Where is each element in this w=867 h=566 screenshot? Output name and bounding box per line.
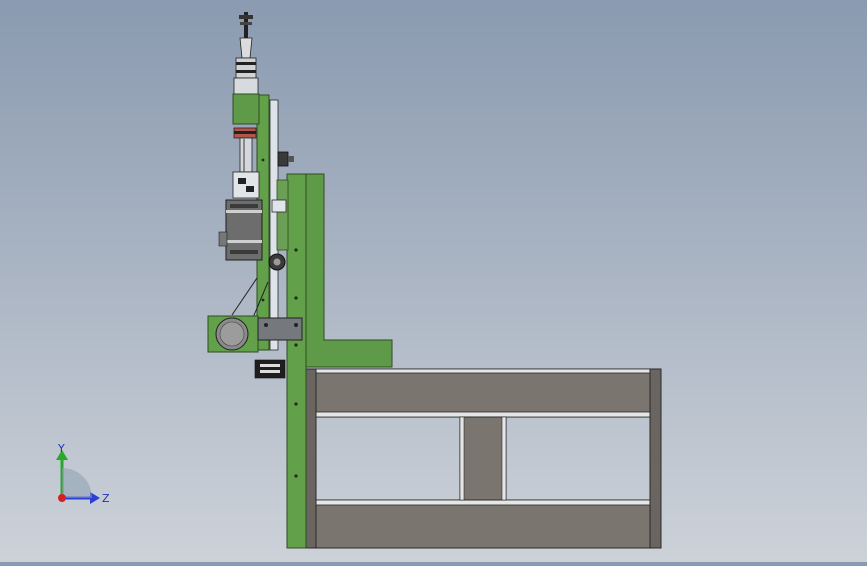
spindle-housing [232,93,260,125]
axis-triad: Y Z [56,442,110,505]
x-axis-indicator [62,468,92,498]
machine-model[interactable] [0,0,867,562]
bottom-beam [305,499,659,549]
base-frame[interactable] [305,368,662,549]
z-axis-label: Z [102,492,110,505]
column-back-plate [303,173,393,368]
right-rail [649,368,662,549]
y-axis-label: Y [57,442,65,455]
spindle-assembly[interactable] [218,12,263,261]
cad-viewport[interactable]: Y Z [0,0,867,562]
top-beam [305,368,659,418]
column-front-plate [286,173,307,549]
center-post [459,416,507,501]
origin-marker [58,494,66,502]
left-rail [305,368,317,549]
